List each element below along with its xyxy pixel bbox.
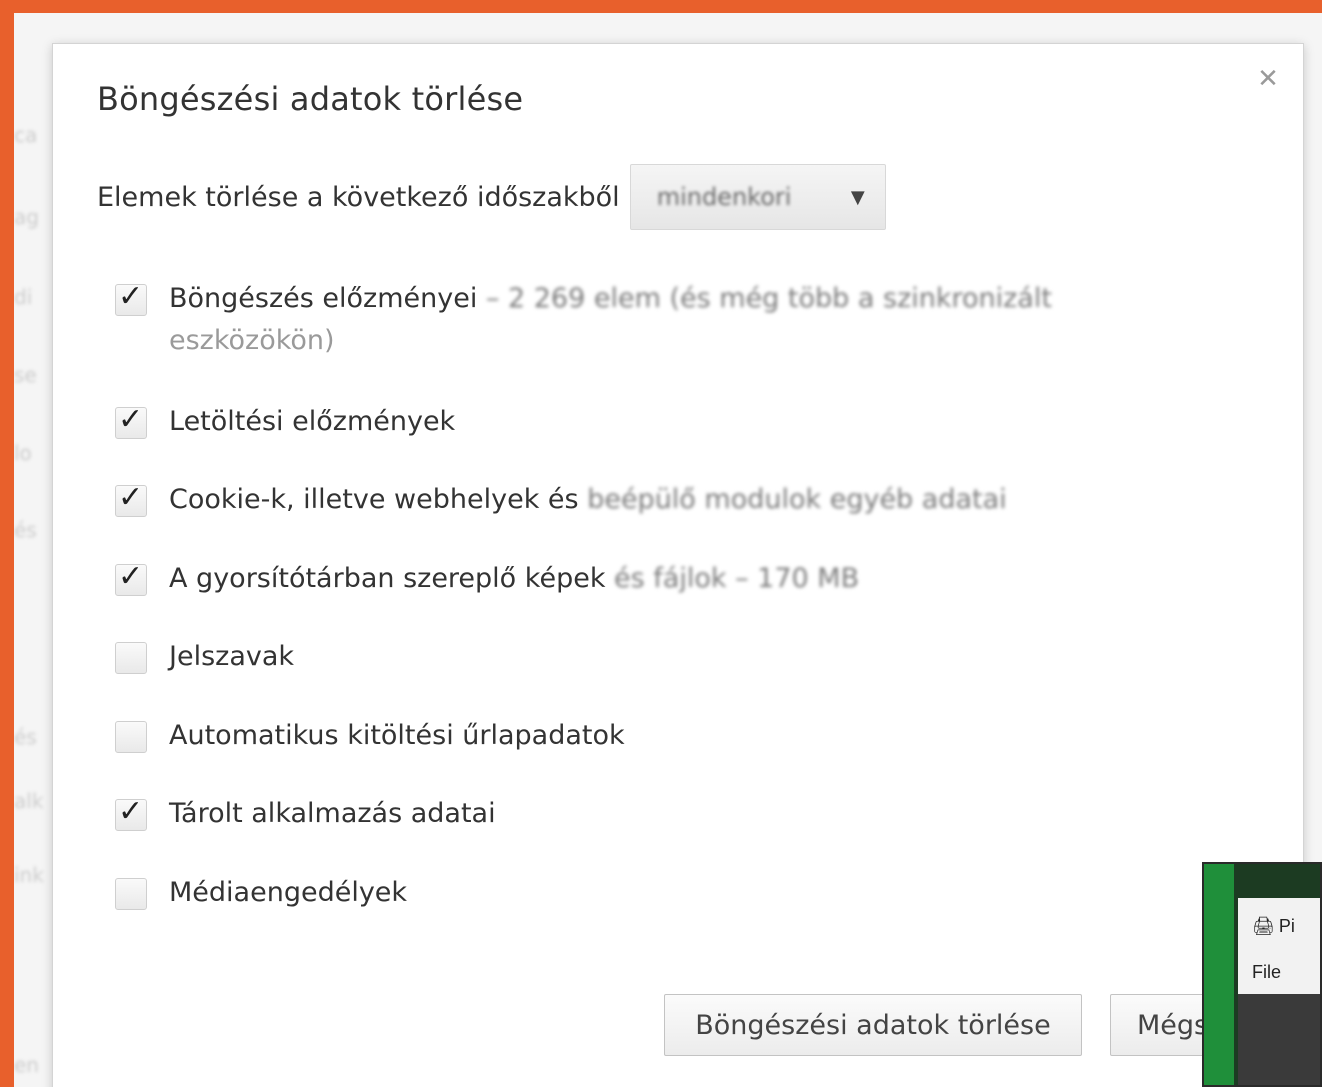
- browsing-history-checkbox[interactable]: ✓: [115, 279, 147, 316]
- checkmark-icon: ✓: [118, 480, 144, 515]
- checkmark-icon: ✓: [118, 402, 144, 437]
- option-label: Böngészés előzményei: [169, 283, 478, 314]
- option-detail-continued: eszközökön): [169, 325, 335, 356]
- close-icon[interactable]: ✕: [1255, 66, 1281, 92]
- option-label: Médiaengedélyek: [169, 877, 408, 908]
- hosted-app-data-checkbox[interactable]: ✓: [115, 794, 147, 831]
- time-period-row: Elemek törlése a következő időszakből mi…: [97, 164, 886, 230]
- autofill-checkbox[interactable]: ✓: [115, 721, 147, 753]
- option-detail: beépülő modulok egyéb adatai: [587, 484, 1007, 515]
- thumbnail-menu-file: File: [1252, 962, 1282, 982]
- dialog-title: Böngészési adatok törlése: [97, 80, 524, 118]
- option-browsing-history: ✓ Böngészés előzményei – 2 269 elem (és …: [115, 279, 1052, 362]
- thumbnail-title: Pi: [1278, 916, 1295, 936]
- time-period-value: mindenkori: [656, 183, 792, 211]
- time-period-select[interactable]: mindenkori ▼: [629, 164, 886, 230]
- option-label: Automatikus kitöltési űrlapadatok: [169, 720, 625, 751]
- option-autofill: ✓ Automatikus kitöltési űrlapadatok: [115, 720, 625, 757]
- chevron-down-icon: ▼: [850, 186, 865, 208]
- clear-browsing-data-button[interactable]: Böngészési adatok törlése: [664, 994, 1082, 1056]
- passwords-checkbox[interactable]: ✓: [115, 642, 147, 674]
- option-label: A gyorsítótárban szereplő képek: [169, 563, 606, 594]
- option-media-licenses: ✓ Médiaengedélyek: [115, 877, 408, 914]
- option-detail: – 2 269 elem (és még több a szinkronizál…: [477, 283, 1052, 314]
- cookies-checkbox[interactable]: ✓: [115, 480, 147, 517]
- option-passwords: ✓ Jelszavak: [115, 641, 295, 678]
- checkmark-icon: ✓: [118, 279, 144, 314]
- option-detail: és fájlok – 170 MB: [605, 563, 860, 594]
- time-period-label: Elemek törlése a következő időszakből: [97, 181, 620, 213]
- option-label: Letöltési előzmények: [169, 406, 456, 437]
- clear-browsing-data-dialog: ✕ Böngészési adatok törlése Elemek törlé…: [52, 43, 1304, 1087]
- option-download-history: ✓ Letöltési előzmények: [115, 402, 456, 443]
- taskbar-thumbnail[interactable]: 🖨 Pi File: [1202, 862, 1322, 1087]
- option-cookies: ✓ Cookie-k, illetve webhelyek és beépülő…: [115, 480, 1007, 521]
- checkmark-icon: ✓: [118, 559, 144, 594]
- option-cached-images: ✓ A gyorsítótárban szereplő képek és fáj…: [115, 559, 860, 600]
- option-label: Cookie-k, illetve webhelyek és: [169, 484, 588, 515]
- option-label: Tárolt alkalmazás adatai: [169, 798, 496, 829]
- app-icon: 🖨: [1252, 916, 1275, 936]
- thumbnail-wallpaper: [1204, 864, 1234, 1085]
- download-history-checkbox[interactable]: ✓: [115, 402, 147, 439]
- checkmark-icon: ✓: [118, 794, 144, 829]
- option-label: Jelszavak: [169, 641, 295, 672]
- screen: ca ag di se lo és és alk ink en ✕ Böngés…: [14, 13, 1322, 1087]
- media-licenses-checkbox[interactable]: ✓: [115, 878, 147, 910]
- thumbnail-toolbar: [1238, 994, 1320, 1085]
- cached-images-checkbox[interactable]: ✓: [115, 559, 147, 596]
- option-hosted-app-data: ✓ Tárolt alkalmazás adatai: [115, 794, 496, 835]
